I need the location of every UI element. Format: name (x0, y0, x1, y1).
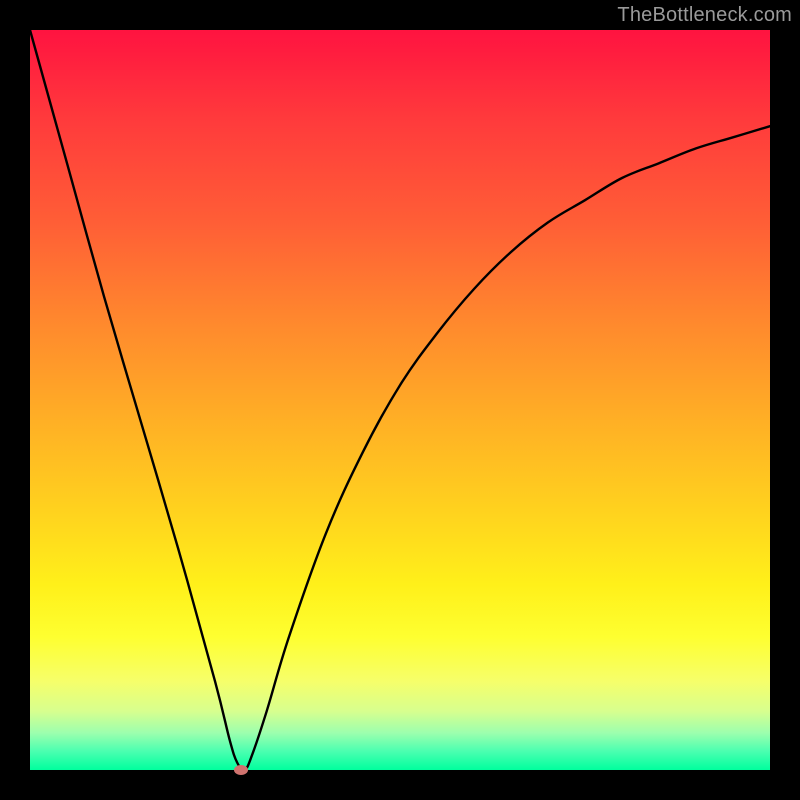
optimal-marker (234, 765, 248, 775)
curve-svg (30, 30, 770, 770)
bottleneck-curve (30, 30, 770, 770)
plot-area (30, 30, 770, 770)
watermark-text: TheBottleneck.com (617, 4, 792, 27)
chart-frame: TheBottleneck.com (0, 0, 800, 800)
